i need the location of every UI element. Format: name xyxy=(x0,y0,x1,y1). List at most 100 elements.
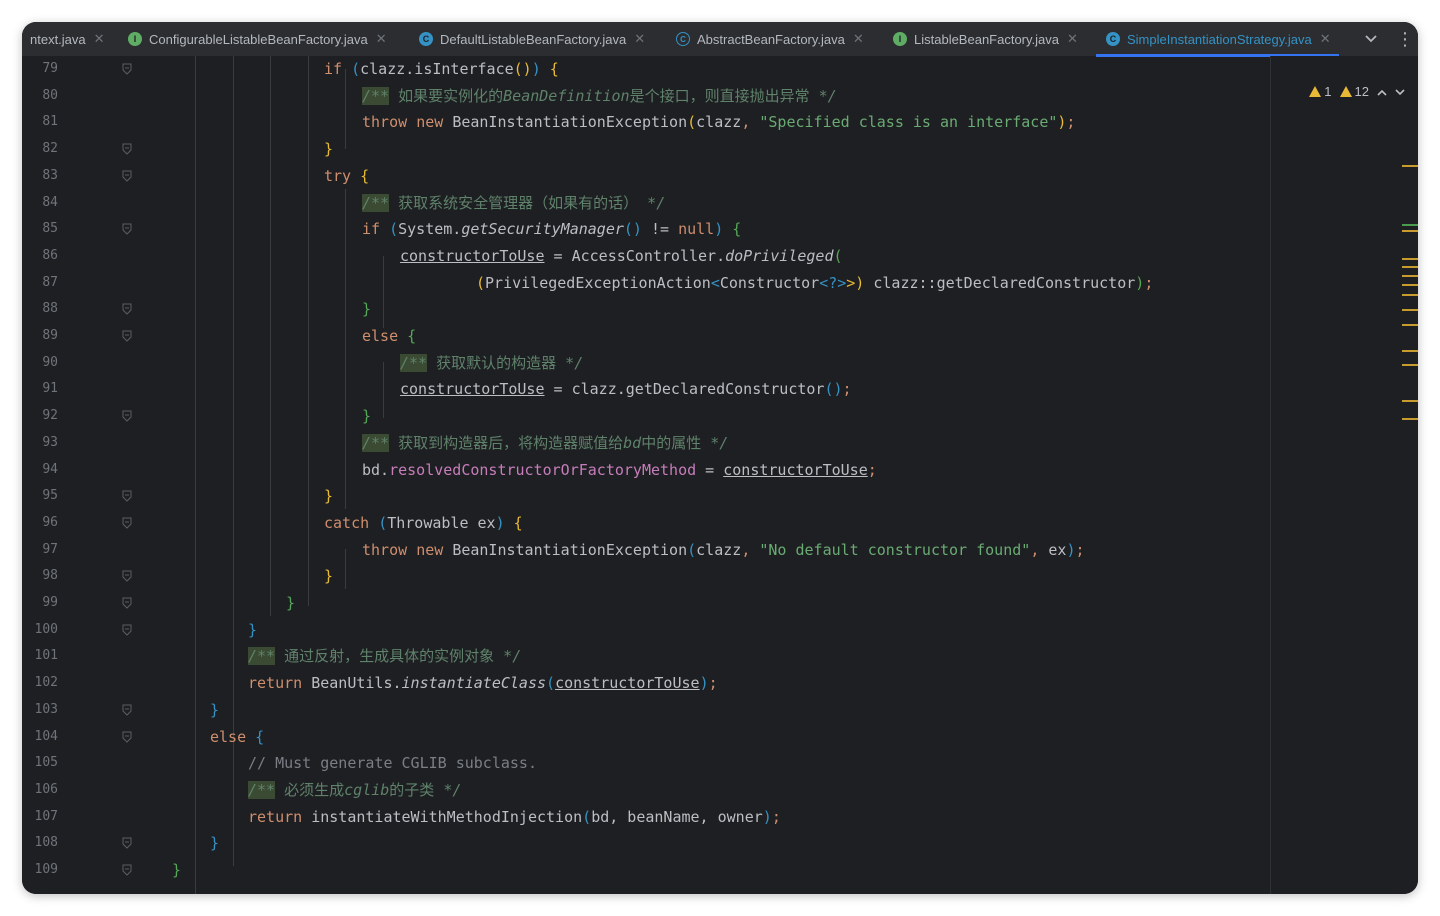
fold-icon[interactable] xyxy=(122,170,132,182)
class-icon: C xyxy=(1106,32,1120,46)
tab-configurable-listable-bean-factory[interactable]: I ConfigurableListableBeanFactory.java ✕ xyxy=(128,22,387,56)
close-icon[interactable]: ✕ xyxy=(1320,31,1331,47)
code-line-83: try { xyxy=(324,166,370,185)
fold-icon[interactable] xyxy=(122,223,132,235)
line-number: 79 xyxy=(42,61,58,76)
error-stripe-mark[interactable] xyxy=(1402,364,1418,366)
line-number: 101 xyxy=(34,648,58,664)
tab-context-java[interactable]: ntext.java ✕ xyxy=(30,22,105,56)
line-number: 84 xyxy=(42,194,58,210)
code-line-93: /** 获取到构造器后，将构造器赋值给bd中的属性 */ xyxy=(362,433,729,452)
tab-abstract-bean-factory[interactable]: C AbstractBeanFactory.java ✕ xyxy=(676,22,864,56)
code-line-97: throw new BeanInstantiationException(cla… xyxy=(362,540,1085,559)
code-line-88: } xyxy=(362,300,372,319)
weak-warning-count[interactable]: 12 xyxy=(1339,84,1369,99)
tab-default-listable-bean-factory[interactable]: C DefaultListableBeanFactory.java ✕ xyxy=(419,22,645,56)
warning-icon xyxy=(1339,86,1352,97)
tab-listable-bean-factory[interactable]: I ListableBeanFactory.java ✕ xyxy=(893,22,1078,56)
line-number: 102 xyxy=(34,675,58,691)
line-number: 85 xyxy=(42,221,58,237)
code-line-109: } xyxy=(172,861,182,879)
line-number: 93 xyxy=(42,434,58,450)
error-stripe-mark[interactable] xyxy=(1402,418,1418,420)
line-number: 95 xyxy=(42,488,58,504)
line-number: 97 xyxy=(42,541,58,557)
code-line-87: (PrivilegedExceptionAction<Constructor<?… xyxy=(476,273,1154,292)
fold-icon[interactable] xyxy=(122,143,132,155)
indent-guide xyxy=(233,776,234,866)
indent-guide xyxy=(383,362,384,418)
chevron-down-icon[interactable] xyxy=(1359,22,1383,56)
warning-count[interactable]: 1 xyxy=(1309,84,1332,99)
line-number: 107 xyxy=(34,808,58,824)
line-number: 81 xyxy=(42,114,58,130)
error-stripe-mark[interactable] xyxy=(1402,266,1418,268)
line-number: 105 xyxy=(34,755,58,771)
code-line-85: if (System.getSecurityManager() != null)… xyxy=(362,220,742,239)
error-stripe-mark[interactable] xyxy=(1402,350,1418,352)
fold-icon[interactable] xyxy=(122,303,132,316)
line-number-gutter: 79 80 81 82 83 84 85 86 87 88 89 90 91 92 93 94 95 96 97 98… xyxy=(22,56,162,894)
line-number: 108 xyxy=(34,835,58,851)
warning-icon xyxy=(1309,86,1322,97)
tab-label: ConfigurableListableBeanFactory.java xyxy=(149,31,368,47)
inspection-widget[interactable]: 1 12 xyxy=(1309,84,1405,99)
close-icon[interactable]: ✕ xyxy=(634,31,645,47)
error-stripe-mark[interactable] xyxy=(1402,324,1418,326)
tab-label: AbstractBeanFactory.java xyxy=(697,31,845,47)
line-number: 89 xyxy=(42,328,58,343)
error-stripe-mark[interactable] xyxy=(1402,258,1418,260)
code-line-84: /** 获取系统安全管理器（如果有的话） */ xyxy=(362,193,666,212)
line-number: 96 xyxy=(42,514,58,530)
chevron-up-icon[interactable] xyxy=(1377,84,1387,99)
indent-guide xyxy=(195,56,196,894)
fold-icon[interactable] xyxy=(122,704,132,716)
class-icon: C xyxy=(419,32,433,46)
error-stripe-mark[interactable] xyxy=(1402,400,1418,402)
fold-icon[interactable] xyxy=(122,864,132,876)
fold-icon[interactable] xyxy=(122,517,132,529)
code-line-80: /** 如果要实例化的BeanDefinition是个接口，则直接抛出异常 */ xyxy=(362,86,837,105)
fold-icon[interactable] xyxy=(122,597,132,609)
more-vertical-icon[interactable]: ⋮ xyxy=(1396,22,1414,56)
error-stripe-mark[interactable] xyxy=(1402,165,1418,167)
code-editor[interactable]: if (clazz.isInterface()) { /** 如果要实例化的Be… xyxy=(162,56,1270,894)
tab-simple-instantiation-strategy[interactable]: C SimpleInstantiationStrategy.java ✕ xyxy=(1096,22,1339,57)
close-icon[interactable]: ✕ xyxy=(94,31,105,47)
fold-icon[interactable] xyxy=(122,330,132,342)
line-number: 88 xyxy=(42,301,58,317)
fold-icon[interactable] xyxy=(122,63,132,75)
error-stripe-mark[interactable] xyxy=(1402,275,1418,277)
code-line-94: bd.resolvedConstructorOrFactoryMethod = … xyxy=(362,460,877,479)
tab-label: ListableBeanFactory.java xyxy=(914,31,1060,47)
error-stripe-mark[interactable] xyxy=(1402,294,1418,296)
code-line-95: } xyxy=(324,487,334,506)
code-line-108: } xyxy=(210,834,220,853)
line-number: 94 xyxy=(42,461,58,477)
error-stripe-mark[interactable] xyxy=(1402,230,1418,232)
close-icon[interactable]: ✕ xyxy=(853,31,864,47)
chevron-down-icon[interactable] xyxy=(1395,84,1405,99)
line-number: 87 xyxy=(42,274,58,290)
close-icon[interactable]: ✕ xyxy=(376,31,387,47)
fold-icon[interactable] xyxy=(122,837,132,850)
fold-icon[interactable] xyxy=(122,731,132,743)
close-icon[interactable]: ✕ xyxy=(1067,31,1078,47)
error-stripe-mark[interactable] xyxy=(1402,309,1418,311)
code-line-105: // Must generate CGLIB subclass. xyxy=(248,754,537,773)
code-line-104: else { xyxy=(210,727,265,746)
error-stripe-mark[interactable] xyxy=(1402,224,1418,226)
code-line-102: return BeanUtils.instantiateClass(constr… xyxy=(248,674,718,693)
code-line-107: return instantiateWithMethodInjection(bd… xyxy=(248,807,781,826)
line-number: 80 xyxy=(42,87,58,103)
line-number: 90 xyxy=(42,354,58,370)
code-line-89: else { xyxy=(362,327,417,345)
error-stripe-mark[interactable] xyxy=(1402,284,1418,286)
indent-guide xyxy=(308,56,309,606)
fold-icon[interactable] xyxy=(122,624,132,636)
fold-icon[interactable] xyxy=(122,410,132,422)
fold-icon[interactable] xyxy=(122,570,132,583)
code-line-96: catch (Throwable ex) { xyxy=(324,513,523,532)
fold-icon[interactable] xyxy=(122,490,132,502)
line-number: 92 xyxy=(42,408,58,424)
